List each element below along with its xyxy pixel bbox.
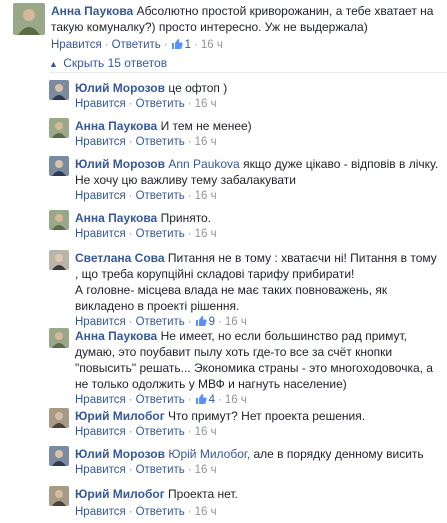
- avatar[interactable]: [49, 156, 69, 176]
- comment-actions: Нравится · Ответить · 16 ч: [75, 506, 217, 518]
- reply: Юрий Милобог Проекта нет. Нравится · Ответ…: [49, 486, 445, 518]
- timestamp[interactable]: 16 ч: [225, 394, 247, 406]
- comment-author[interactable]: Юлий Морозов: [75, 81, 165, 95]
- reply-button[interactable]: Ответить: [136, 394, 185, 406]
- comment-author[interactable]: Анна Паукова: [51, 4, 133, 18]
- timestamp[interactable]: 16 ч: [195, 136, 217, 148]
- comment-body: Что примут? Нет проекта решения.: [168, 409, 366, 423]
- avatar[interactable]: [49, 210, 69, 230]
- reply: Юлий Морозов Ann Paukova якщо дуже цікав…: [49, 156, 445, 204]
- avatar[interactable]: [49, 328, 69, 348]
- timestamp[interactable]: 16 ч: [195, 98, 217, 110]
- timestamp[interactable]: 16 ч: [195, 464, 217, 476]
- comment-body: И тем не менее): [160, 119, 252, 133]
- reply-button[interactable]: Ответить: [136, 464, 185, 476]
- hide-replies-link[interactable]: ▲ Скрыть 15 ответов: [49, 55, 167, 71]
- comment-text: Анна Паукова Абсолютно простой криворожа…: [51, 3, 441, 35]
- comment-author[interactable]: Юрий Милобог: [75, 409, 165, 423]
- comment-actions: Нравится · Ответить · 16 ч: [75, 98, 217, 110]
- comment-actions: Нравится · Ответить · 16 ч: [75, 190, 217, 202]
- comment: Анна Паукова Абсолютно простой криворожа…: [13, 3, 443, 53]
- avatar-photo-icon: [49, 328, 69, 348]
- thumbs-up-icon: [171, 39, 183, 49]
- avatar[interactable]: [49, 80, 69, 100]
- comment-author[interactable]: Светлана Сова: [75, 251, 165, 265]
- avatar[interactable]: [49, 446, 69, 466]
- avatar[interactable]: [49, 408, 69, 428]
- like-count[interactable]: 1: [171, 39, 191, 51]
- comment-author[interactable]: Анна Паукова: [75, 329, 157, 343]
- reply: Анна Паукова Принято. Нравится · Ответить ·…: [49, 210, 445, 242]
- like-button[interactable]: Нравится: [51, 39, 102, 51]
- reply: Юлий Морозов Юрій Милобог, але в порядку…: [49, 446, 445, 478]
- avatar-photo-icon: [49, 250, 69, 270]
- comment-body: але в порядку денному висить: [253, 447, 424, 461]
- avatar[interactable]: [49, 250, 69, 270]
- mention-link[interactable]: Ann Paukova: [168, 157, 239, 171]
- reply-button[interactable]: Ответить: [136, 98, 185, 110]
- avatar-photo-icon: [13, 3, 45, 35]
- like-button[interactable]: Нравится: [75, 316, 126, 328]
- reply: Анна Паукова Не имеет, но если большинст…: [49, 328, 445, 408]
- like-button[interactable]: Нравится: [75, 394, 126, 406]
- timestamp[interactable]: 16 ч: [195, 426, 217, 438]
- like-button[interactable]: Нравится: [75, 228, 126, 240]
- comment-author[interactable]: Анна Паукова: [75, 211, 157, 225]
- reply-button[interactable]: Ответить: [136, 506, 185, 518]
- comment-author[interactable]: Анна Паукова: [75, 119, 157, 133]
- avatar[interactable]: [49, 118, 69, 138]
- avatar-photo-icon: [49, 446, 69, 466]
- reply-button[interactable]: Ответить: [136, 190, 185, 202]
- comment-actions: Нравится · Ответить · 16 ч: [75, 136, 217, 148]
- like-button[interactable]: Нравится: [75, 426, 126, 438]
- comment-body: це офтоп ): [168, 81, 228, 95]
- avatar-photo-icon: [49, 408, 69, 428]
- comment-author[interactable]: Юрий Милобог: [75, 487, 165, 501]
- avatar-photo-icon: [49, 118, 69, 138]
- comment-body: Проекта нет.: [168, 487, 238, 501]
- reply-button[interactable]: Ответить: [136, 426, 185, 438]
- comment-actions: Нравится · Ответить · 1 · 16 ч: [51, 39, 223, 51]
- reply-button[interactable]: Ответить: [136, 228, 185, 240]
- timestamp[interactable]: 16 ч: [195, 506, 217, 518]
- like-button[interactable]: Нравится: [75, 98, 126, 110]
- reply-button[interactable]: Ответить: [136, 136, 185, 148]
- mention-link[interactable]: Юрій Милобог,: [168, 447, 250, 461]
- chevron-up-icon: ▲: [49, 59, 58, 69]
- like-button[interactable]: Нравится: [75, 464, 126, 476]
- like-button[interactable]: Нравится: [75, 136, 126, 148]
- avatar-photo-icon: [49, 156, 69, 176]
- timestamp[interactable]: 16 ч: [225, 316, 247, 328]
- like-button[interactable]: Нравится: [75, 506, 126, 518]
- avatar-photo-icon: [49, 210, 69, 230]
- avatar-photo-icon: [49, 80, 69, 100]
- comment-actions: Нравится · Ответить · 4 · 16 ч: [75, 394, 247, 406]
- comment-actions: Нравится · Ответить · 16 ч: [75, 228, 217, 240]
- comment-actions: Нравится · Ответить · 16 ч: [75, 426, 217, 438]
- comment-author[interactable]: Юлий Морозов: [75, 157, 165, 171]
- reply: Юрий Милобог Что примут? Нет проекта реш…: [49, 408, 445, 440]
- avatar[interactable]: [49, 486, 69, 506]
- like-count[interactable]: 4: [195, 394, 215, 406]
- reply: Юлий Морозов це офтоп ) Нравится · Ответит…: [49, 80, 445, 112]
- timestamp[interactable]: 16 ч: [201, 39, 223, 51]
- reply: Светлана Сова Питання не в тому : хватає…: [49, 250, 445, 330]
- thumbs-up-icon: [195, 316, 207, 326]
- avatar-photo-icon: [49, 486, 69, 506]
- reply: Анна Паукова И тем не менее) Нравится · От…: [49, 118, 445, 150]
- timestamp[interactable]: 16 ч: [195, 228, 217, 240]
- like-count[interactable]: 9: [195, 316, 215, 328]
- thumbs-up-icon: [195, 394, 207, 404]
- reply-button[interactable]: Ответить: [112, 39, 161, 51]
- avatar[interactable]: [13, 3, 45, 35]
- comment-actions: Нравится · Ответить · 16 ч: [75, 464, 217, 476]
- reply-button[interactable]: Ответить: [136, 316, 185, 328]
- divider: [49, 72, 447, 73]
- comment-body: Принято.: [160, 211, 212, 225]
- like-button[interactable]: Нравится: [75, 190, 126, 202]
- comment-author[interactable]: Юлий Морозов: [75, 447, 165, 461]
- timestamp[interactable]: 16 ч: [195, 190, 217, 202]
